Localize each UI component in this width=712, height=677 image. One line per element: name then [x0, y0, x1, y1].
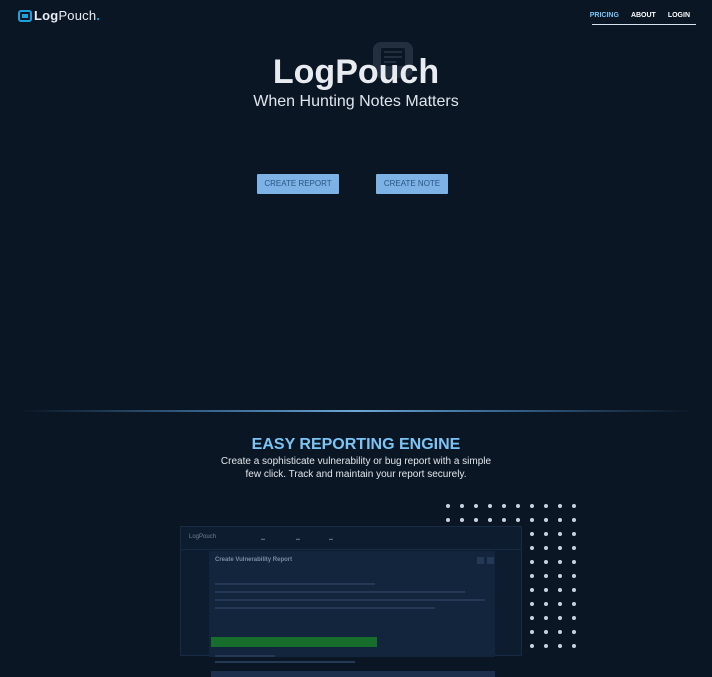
- decoration-dot: [446, 504, 450, 508]
- decoration-dot: [544, 602, 548, 606]
- section-divider: [20, 410, 692, 412]
- decoration-dot: [460, 518, 464, 522]
- decoration-dot: [544, 644, 548, 648]
- decoration-dot: [558, 532, 562, 536]
- decoration-dot: [572, 546, 576, 550]
- decoration-dot: [544, 630, 548, 634]
- preview-text-line: [215, 661, 355, 663]
- decoration-dot: [530, 546, 534, 550]
- preview-text-line: [215, 655, 275, 657]
- hero-subtitle: When Hunting Notes Matters: [253, 93, 459, 110]
- preview-logo: LogPouch: [189, 534, 217, 540]
- decoration-dot: [530, 630, 534, 634]
- decoration-dot: [572, 560, 576, 564]
- preview-tab: ▬: [296, 536, 300, 541]
- decoration-dot: [530, 518, 534, 522]
- decoration-dot: [572, 602, 576, 606]
- preview-toolbar: [211, 637, 377, 647]
- decoration-dot: [544, 504, 548, 508]
- decoration-dot: [558, 588, 562, 592]
- decoration-dot: [558, 630, 562, 634]
- top-navbar: LogPouch. PRICING ABOUT LOGIN: [0, 0, 712, 34]
- create-report-button[interactable]: CREATE REPORT: [257, 174, 339, 194]
- preview-text-line: [215, 599, 485, 601]
- decoration-dot: [572, 588, 576, 592]
- decoration-dot: [446, 518, 450, 522]
- decoration-dot: [544, 532, 548, 536]
- preview-tab: ▬: [261, 536, 265, 541]
- decoration-dot: [530, 532, 534, 536]
- logpouch-logo-icon: [18, 9, 32, 22]
- decoration-dot: [530, 504, 534, 508]
- decoration-dot: [558, 546, 562, 550]
- feature-description: Create a sophisticate vulnerability or b…: [220, 456, 492, 480]
- preview-input: [211, 671, 495, 677]
- decoration-dot: [572, 518, 576, 522]
- decoration-dot: [544, 560, 548, 564]
- decoration-dot: [558, 616, 562, 620]
- decoration-dot: [544, 518, 548, 522]
- decoration-dot: [558, 602, 562, 606]
- decoration-dot: [558, 518, 562, 522]
- preview-text-line: [215, 607, 435, 609]
- nav-underline: [592, 24, 696, 25]
- decoration-dot: [572, 644, 576, 648]
- decoration-dot: [530, 574, 534, 578]
- decoration-dot: [558, 574, 562, 578]
- decoration-dot: [516, 518, 520, 522]
- decoration-dot: [530, 588, 534, 592]
- decoration-dot: [572, 630, 576, 634]
- preview-tab: ▬: [329, 536, 333, 541]
- decoration-dot: [530, 616, 534, 620]
- app-preview-screenshot: LogPouch ▬ ▬ ▬ Create Vulnerability Repo…: [180, 526, 522, 677]
- decoration-dot: [544, 588, 548, 592]
- decoration-dot: [488, 504, 492, 508]
- decoration-dot: [474, 518, 478, 522]
- decoration-dot: [530, 560, 534, 564]
- preview-icon: [487, 557, 494, 564]
- decoration-dot: [544, 616, 548, 620]
- preview-icon: [477, 557, 484, 564]
- brand-name: LogPouch.: [34, 8, 101, 23]
- preview-text-line: [215, 591, 465, 593]
- decoration-dot: [558, 560, 562, 564]
- decoration-dot: [488, 518, 492, 522]
- preview-title: Create Vulnerability Report: [215, 557, 293, 563]
- brand-logo[interactable]: LogPouch.: [18, 8, 100, 23]
- decoration-dot: [558, 644, 562, 648]
- decoration-dot: [460, 504, 464, 508]
- decoration-dot: [516, 504, 520, 508]
- preview-card: Create Vulnerability Report: [209, 551, 495, 677]
- decoration-dot: [544, 574, 548, 578]
- hero-title: LogPouch: [272, 53, 440, 91]
- decoration-dot: [530, 644, 534, 648]
- decoration-dot: [572, 574, 576, 578]
- decoration-dot: [572, 504, 576, 508]
- decoration-dot: [502, 504, 506, 508]
- decoration-dot: [530, 602, 534, 606]
- decoration-dot: [502, 518, 506, 522]
- decoration-dot: [474, 504, 478, 508]
- feature-title: EASY REPORTING ENGINE: [251, 436, 461, 453]
- preview-text-line: [215, 583, 375, 585]
- decoration-dot: [572, 532, 576, 536]
- decoration-dot: [544, 546, 548, 550]
- decoration-dot: [558, 504, 562, 508]
- decoration-dot: [572, 616, 576, 620]
- create-note-button[interactable]: CREATE NOTE: [376, 174, 448, 194]
- preview-header: LogPouch ▬ ▬ ▬: [181, 527, 521, 550]
